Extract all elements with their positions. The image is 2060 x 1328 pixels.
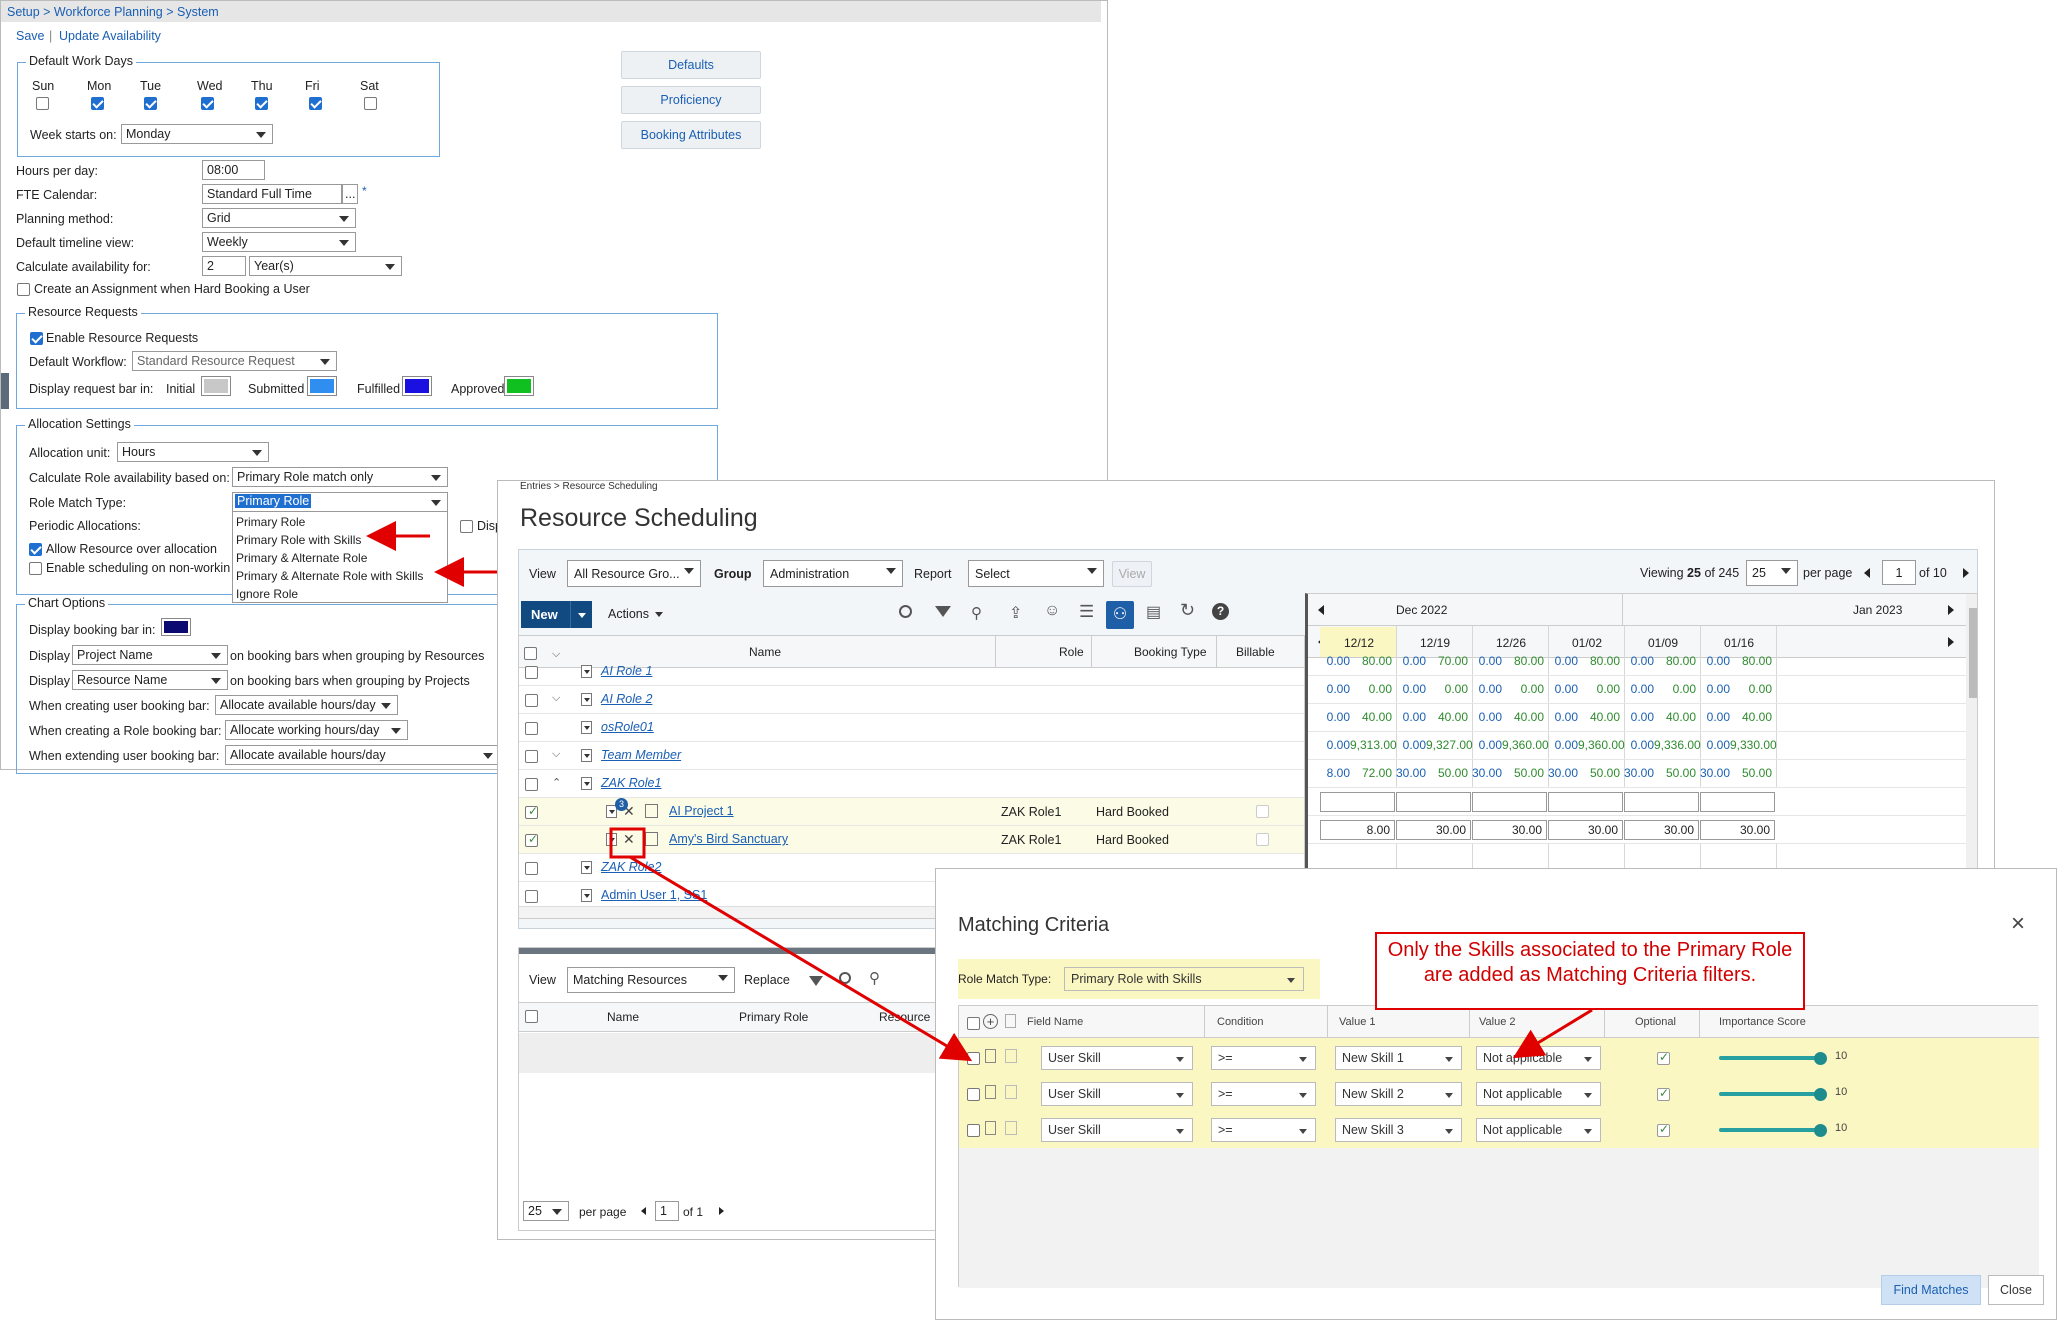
annotation-arrows [366, 521, 1593, 1062]
arrow-callout-to-skill [1512, 1008, 1593, 1059]
arrow-tool-to-dialog [629, 855, 973, 1062]
highlight-box-tool [609, 827, 646, 859]
